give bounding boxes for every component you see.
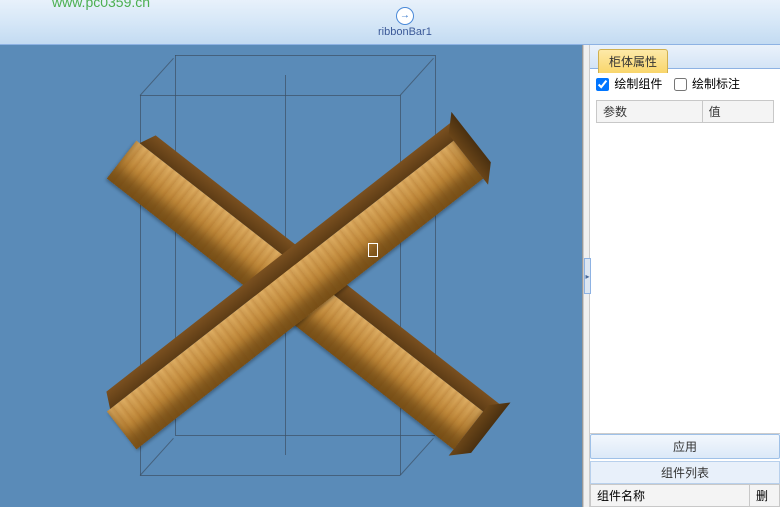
cursor-indicator — [368, 243, 378, 257]
viewport-3d[interactable] — [0, 45, 583, 507]
splitter-handle-icon[interactable]: ▸ — [584, 258, 591, 294]
watermark-url: www.pc0359.cn — [52, 0, 183, 10]
param-header-name[interactable]: 参数 — [597, 101, 703, 123]
apply-button[interactable]: 应用 — [590, 434, 780, 459]
x-cross-beams — [95, 115, 495, 475]
component-list-header: 组件列表 — [590, 461, 780, 484]
tab-bar: 柜体属性 — [590, 45, 780, 69]
param-table: 参数 值 — [596, 100, 774, 123]
splitter-vertical[interactable]: ▸ — [583, 45, 590, 507]
ribbon-bar-label: ribbonBar1 — [378, 26, 432, 38]
checkbox-draw-component-input[interactable] — [596, 78, 609, 91]
properties-panel: 柜体属性 绘制组件 绘制标注 参数 值 — [590, 45, 780, 507]
comp-header-name[interactable]: 组件名称 — [591, 485, 750, 507]
checkbox-draw-annotation[interactable]: 绘制标注 — [674, 77, 740, 91]
arrow-right-icon: → — [396, 7, 414, 25]
ribbon-bar: 河东软件园 www.pc0359.cn → ribbonBar1 — [0, 0, 780, 45]
ribbon-nav-button[interactable]: → ribbonBar1 — [370, 5, 440, 40]
checkbox-draw-component[interactable]: 绘制组件 — [596, 77, 666, 91]
component-table: 组件名称 删 — [590, 484, 780, 507]
param-header-value[interactable]: 值 — [702, 101, 773, 123]
watermark: 河东软件园 www.pc0359.cn — [4, 0, 183, 10]
comp-header-delete[interactable]: 删 — [750, 485, 780, 507]
checkbox-draw-annotation-input[interactable] — [674, 78, 687, 91]
